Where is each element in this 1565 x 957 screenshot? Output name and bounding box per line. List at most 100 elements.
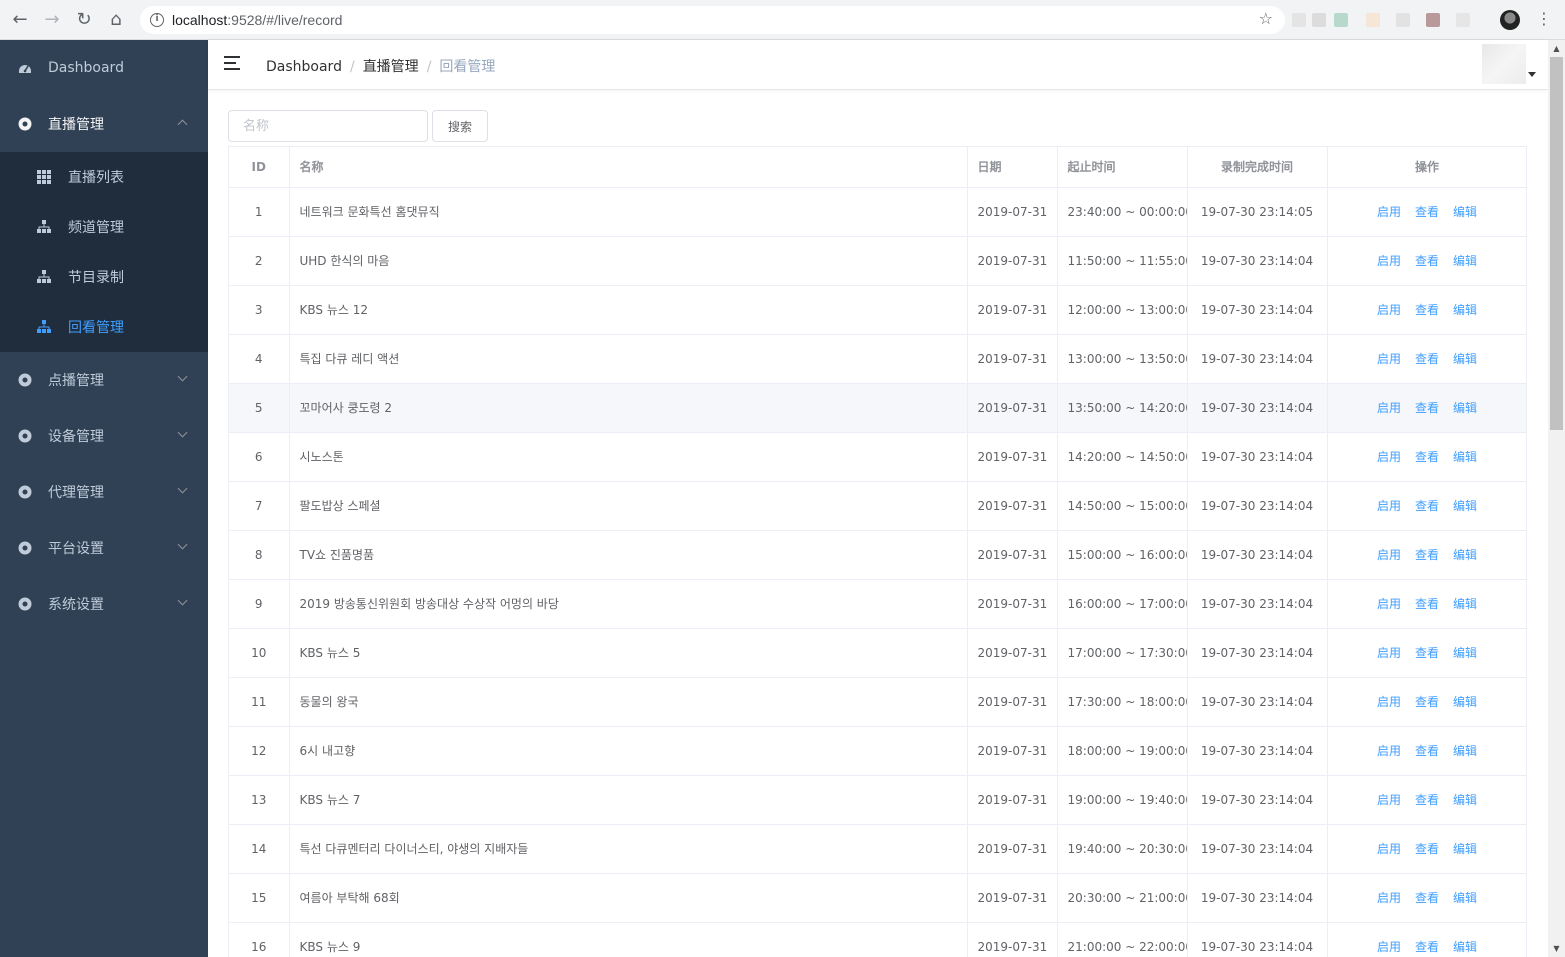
avatar[interactable] — [1482, 44, 1526, 84]
view-link[interactable]: 查看 — [1415, 499, 1439, 513]
sidebar-group-live[interactable]: 直播管理 — [0, 96, 208, 152]
table-row[interactable]: 3 KBS 뉴스 12 2019-07-31 12:00:00 ~ 13:00:00 1… — [229, 285, 1526, 335]
enable-link[interactable]: 启用 — [1377, 793, 1401, 807]
extension-icon[interactable] — [1292, 13, 1306, 27]
view-link[interactable]: 查看 — [1415, 842, 1439, 856]
edit-link[interactable]: 编辑 — [1453, 793, 1477, 807]
edit-link[interactable]: 编辑 — [1453, 303, 1477, 317]
home-icon[interactable]: ⌂ — [104, 8, 128, 32]
enable-link[interactable]: 启用 — [1377, 401, 1401, 415]
edit-link[interactable]: 编辑 — [1453, 891, 1477, 905]
edit-link[interactable]: 编辑 — [1453, 401, 1477, 415]
edit-link[interactable]: 编辑 — [1453, 548, 1477, 562]
edit-link[interactable]: 编辑 — [1453, 352, 1477, 366]
table-row[interactable]: 9 2019 방송통신위원회 방송대상 수상작 어멍의 바당 2019-07-31 1… — [229, 579, 1526, 629]
edit-link[interactable]: 编辑 — [1453, 450, 1477, 464]
view-link[interactable]: 查看 — [1415, 744, 1439, 758]
extension-icon[interactable] — [1456, 13, 1470, 27]
edit-link[interactable]: 编辑 — [1453, 744, 1477, 758]
info-icon[interactable]: i — [150, 13, 164, 27]
view-link[interactable]: 查看 — [1415, 401, 1439, 415]
view-link[interactable]: 查看 — [1415, 597, 1439, 611]
forward-icon[interactable]: → — [40, 8, 64, 32]
scroll-down-arrow-icon[interactable]: ▼ — [1548, 940, 1565, 957]
enable-link[interactable]: 启用 — [1377, 597, 1401, 611]
view-link[interactable]: 查看 — [1415, 646, 1439, 660]
edit-link[interactable]: 编辑 — [1453, 254, 1477, 268]
extension-icon[interactable] — [1312, 13, 1326, 27]
hamburger-menu-icon[interactable] — [224, 56, 242, 72]
extension-icon[interactable] — [1396, 13, 1410, 27]
enable-link[interactable]: 启用 — [1377, 303, 1401, 317]
table-row[interactable]: 16 KBS 뉴스 9 2019-07-31 21:00:00 ~ 22:00:00 1… — [229, 922, 1526, 957]
edit-link[interactable]: 编辑 — [1453, 940, 1477, 954]
caret-down-icon[interactable] — [1528, 72, 1536, 77]
enable-link[interactable]: 启用 — [1377, 744, 1401, 758]
profile-avatar[interactable] — [1500, 10, 1520, 30]
view-link[interactable]: 查看 — [1415, 793, 1439, 807]
sidebar-group-platform[interactable]: 平台设置 — [0, 520, 208, 576]
extension-icon[interactable] — [1426, 13, 1440, 27]
view-link[interactable]: 查看 — [1415, 254, 1439, 268]
back-icon[interactable]: ← — [8, 8, 32, 32]
address-bar[interactable]: i localhost:9528/#/live/record ☆ — [140, 6, 1285, 34]
extension-icon[interactable] — [1334, 13, 1348, 27]
scroll-up-arrow-icon[interactable]: ▲ — [1548, 40, 1565, 57]
table-row[interactable]: 4 특집 다큐 레디 액션 2019-07-31 13:00:00 ~ 13:50:0… — [229, 334, 1526, 384]
sidebar-item-channels[interactable]: 频道管理 — [0, 202, 208, 252]
sidebar-group-proxy[interactable]: 代理管理 — [0, 464, 208, 520]
breadcrumb-item-live[interactable]: 直播管理 — [363, 59, 419, 75]
page-scrollbar[interactable]: ▲ ▼ — [1548, 40, 1565, 957]
view-link[interactable]: 查看 — [1415, 891, 1439, 905]
search-button[interactable]: 搜索 — [432, 110, 488, 142]
table-row[interactable]: 1 네트워크 문화특선 홈댓뮤직 2019-07-31 23:40:00 ~ 00:0… — [229, 187, 1526, 237]
enable-link[interactable]: 启用 — [1377, 499, 1401, 513]
url-text[interactable]: localhost:9528/#/live/record — [172, 12, 342, 28]
enable-link[interactable]: 启用 — [1377, 842, 1401, 856]
sidebar-group-system[interactable]: 系统设置 — [0, 576, 208, 632]
table-row[interactable]: 5 꼬마어사 쿵도령 2 2019-07-31 13:50:00 ~ 14:20:00… — [229, 383, 1526, 433]
enable-link[interactable]: 启用 — [1377, 450, 1401, 464]
view-link[interactable]: 查看 — [1415, 352, 1439, 366]
view-link[interactable]: 查看 — [1415, 450, 1439, 464]
edit-link[interactable]: 编辑 — [1453, 205, 1477, 219]
scrollbar-thumb[interactable] — [1550, 57, 1563, 430]
edit-link[interactable]: 编辑 — [1453, 499, 1477, 513]
enable-link[interactable]: 启用 — [1377, 695, 1401, 709]
view-link[interactable]: 查看 — [1415, 205, 1439, 219]
edit-link[interactable]: 编辑 — [1453, 842, 1477, 856]
table-row[interactable]: 15 여름아 부탁해 68회 2019-07-31 20:30:00 ~ 21:00:… — [229, 873, 1526, 923]
breadcrumb-item-dashboard[interactable]: Dashboard — [266, 59, 342, 75]
browser-menu-icon[interactable]: ⋮ — [1536, 9, 1552, 29]
extension-icon[interactable] — [1366, 13, 1380, 27]
sidebar-group-devices[interactable]: 设备管理 — [0, 408, 208, 464]
view-link[interactable]: 查看 — [1415, 548, 1439, 562]
sidebar-item-recording[interactable]: 节目录制 — [0, 252, 208, 302]
enable-link[interactable]: 启用 — [1377, 352, 1401, 366]
enable-link[interactable]: 启用 — [1377, 646, 1401, 660]
enable-link[interactable]: 启用 — [1377, 254, 1401, 268]
reload-icon[interactable]: ↻ — [72, 8, 96, 32]
table-row[interactable]: 8 TV쇼 진품명품 2019-07-31 15:00:00 ~ 16:00:00 19… — [229, 530, 1526, 580]
view-link[interactable]: 查看 — [1415, 940, 1439, 954]
sidebar-item-dashboard[interactable]: Dashboard — [0, 40, 208, 96]
table-row[interactable]: 6 시노스톤 2019-07-31 14:20:00 ~ 14:50:00 19-07-… — [229, 432, 1526, 482]
enable-link[interactable]: 启用 — [1377, 891, 1401, 905]
table-row[interactable]: 7 팔도밥상 스페셜 2019-07-31 14:50:00 ~ 15:00:00 19… — [229, 481, 1526, 531]
enable-link[interactable]: 启用 — [1377, 548, 1401, 562]
bookmark-star-icon[interactable]: ☆ — [1259, 9, 1273, 28]
table-row[interactable]: 12 6시 내고향 2019-07-31 18:00:00 ~ 19:00:00 19-… — [229, 726, 1526, 776]
view-link[interactable]: 查看 — [1415, 695, 1439, 709]
enable-link[interactable]: 启用 — [1377, 205, 1401, 219]
table-row[interactable]: 11 동물의 왕국 2019-07-31 17:30:00 ~ 18:00:00 19-… — [229, 677, 1526, 727]
table-row[interactable]: 14 특선 다큐멘터리 다이너스티, 야생의 지배자들 2019-07-31 19:4… — [229, 824, 1526, 874]
edit-link[interactable]: 编辑 — [1453, 695, 1477, 709]
view-link[interactable]: 查看 — [1415, 303, 1439, 317]
table-row[interactable]: 2 UHD 한식의 마음 2019-07-31 11:50:00 ~ 11:55:00… — [229, 236, 1526, 286]
edit-link[interactable]: 编辑 — [1453, 597, 1477, 611]
sidebar-item-playback[interactable]: 回看管理 — [0, 302, 208, 352]
name-search-input[interactable] — [228, 110, 428, 142]
table-row[interactable]: 10 KBS 뉴스 5 2019-07-31 17:00:00 ~ 17:30:00 1… — [229, 628, 1526, 678]
sidebar-item-live-list[interactable]: 直播列表 — [0, 152, 208, 202]
table-row[interactable]: 13 KBS 뉴스 7 2019-07-31 19:00:00 ~ 19:40:00 1… — [229, 775, 1526, 825]
